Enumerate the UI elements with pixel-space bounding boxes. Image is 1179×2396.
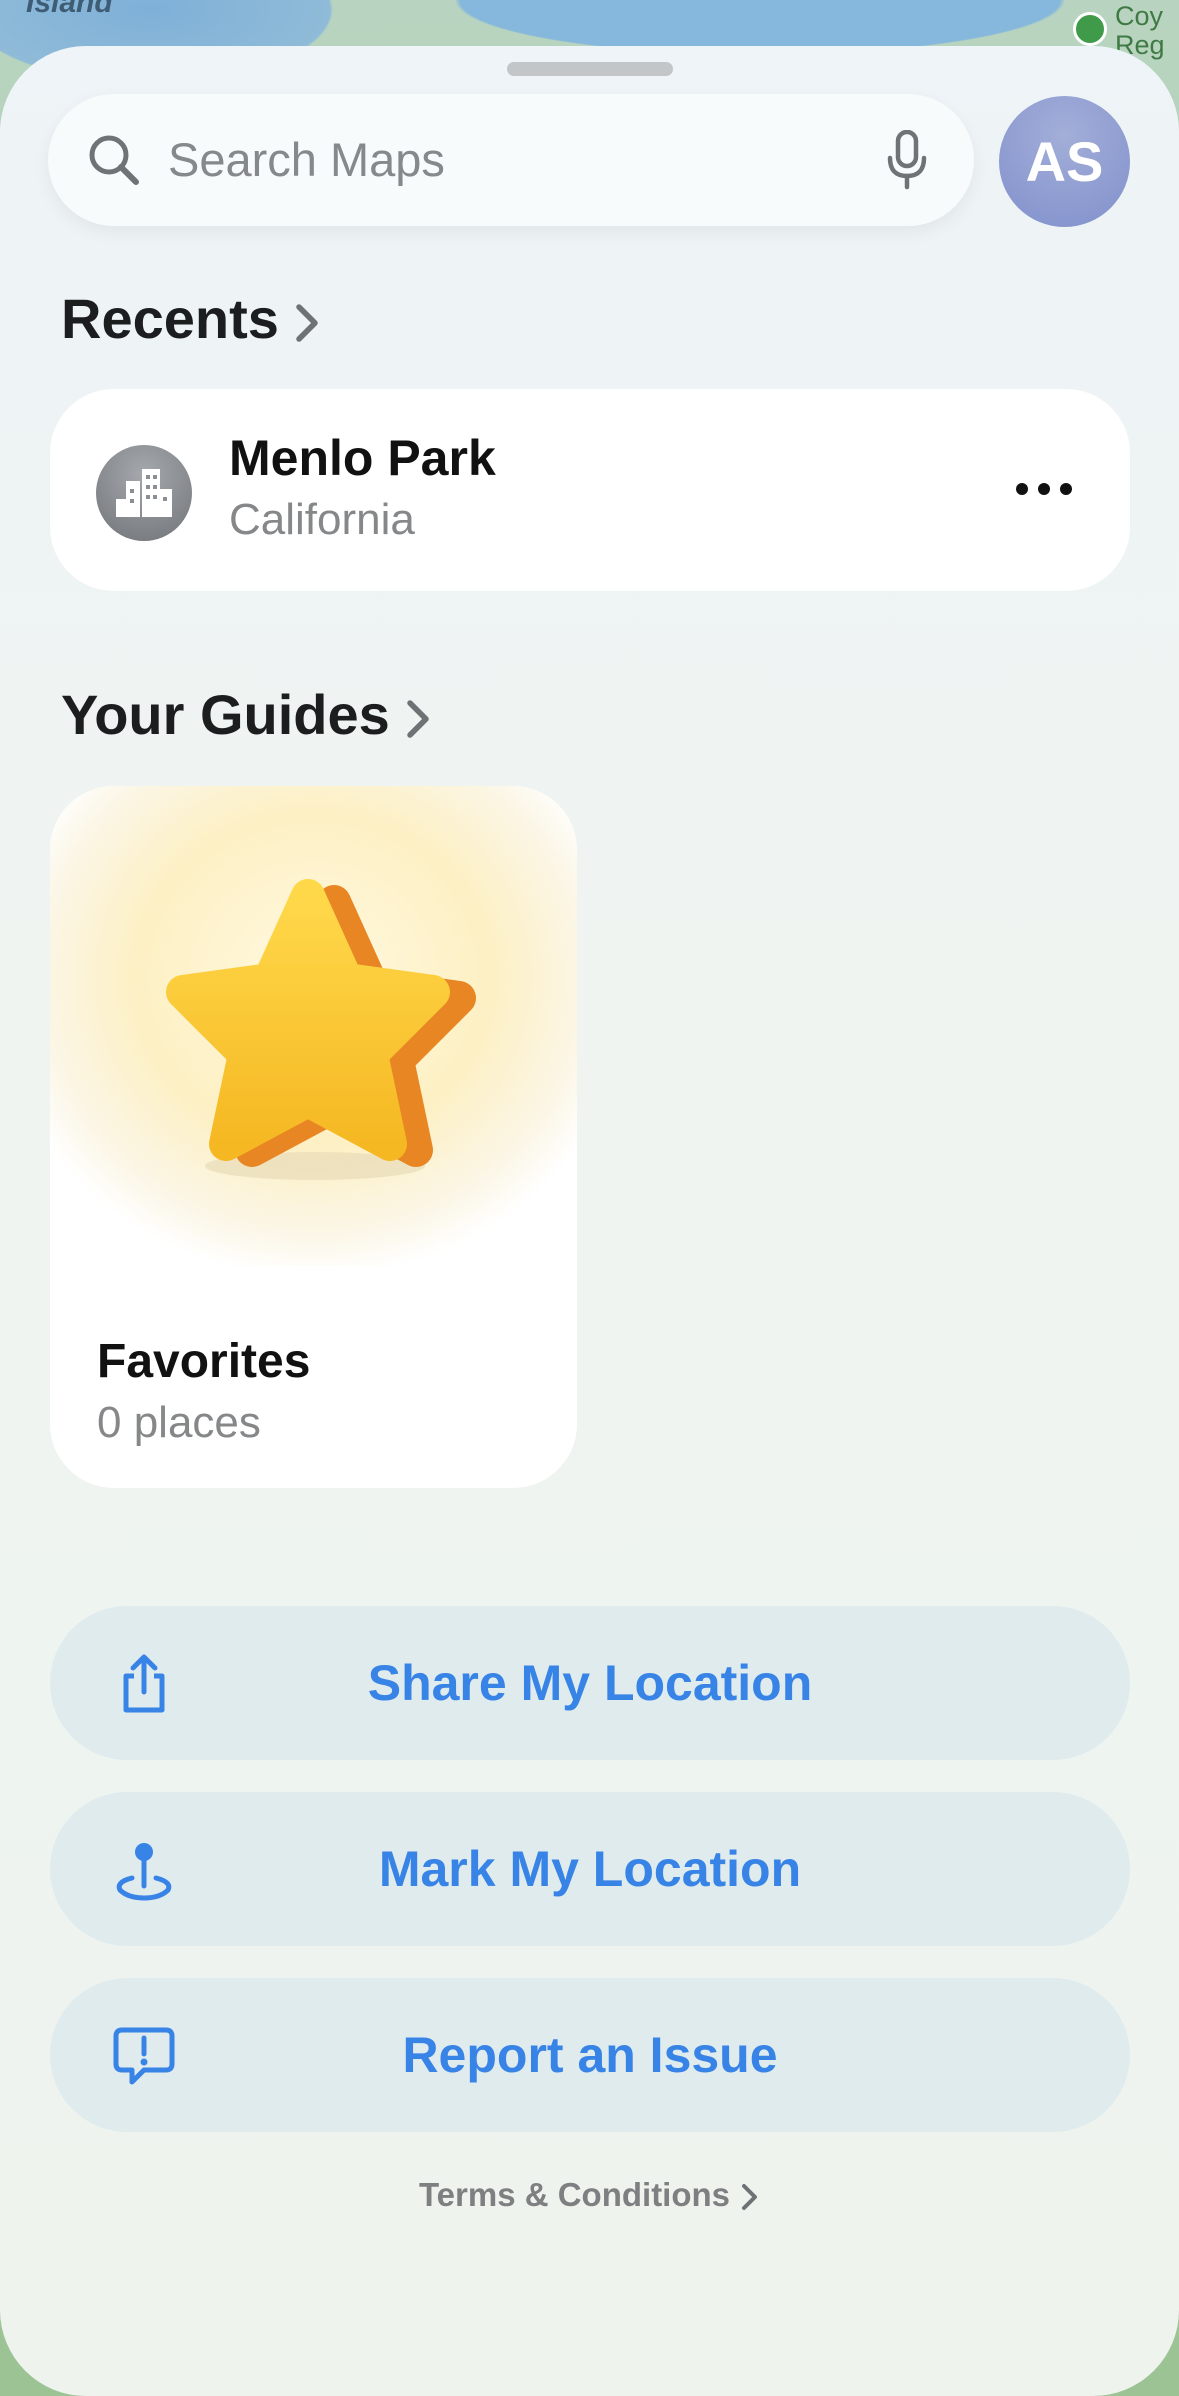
search-placeholder: Search Maps: [168, 133, 445, 186]
chevron-right-icon: [407, 700, 429, 738]
bottom-sheet: Search Maps AS Recents Menlo Park Califo…: [0, 46, 1179, 2396]
recents-header[interactable]: Recents: [61, 286, 321, 351]
map-label-island: Island: [26, 0, 113, 19]
guide-name: Favorites: [97, 1335, 311, 1388]
recent-item-name: Menlo Park: [229, 430, 496, 486]
mark-my-location-button[interactable]: Mark My Location: [50, 1792, 1130, 1946]
park-label-line1: Coy: [1115, 1, 1164, 31]
guide-place-count: 0 places: [97, 1398, 261, 1447]
share-my-location-label: Share My Location: [367, 1655, 813, 1711]
city-icon: [96, 445, 192, 541]
recent-item-subtitle: California: [229, 495, 415, 544]
more-options-icon[interactable]: [1014, 477, 1074, 501]
search-bar[interactable]: Search Maps: [48, 94, 974, 226]
guides-header[interactable]: Your Guides: [61, 682, 432, 747]
terms-label: Terms & Conditions: [418, 2176, 731, 2213]
chevron-right-icon: [742, 2184, 758, 2211]
profile-avatar[interactable]: AS: [999, 96, 1130, 227]
park-pin-icon: [1073, 12, 1107, 46]
chevron-right-icon: [296, 304, 318, 342]
recents-title: Recents: [61, 287, 279, 350]
guides-title: Your Guides: [61, 683, 390, 746]
terms-link[interactable]: Terms & Conditions: [0, 2176, 1179, 2214]
sheet-grabber-handle[interactable]: [507, 62, 673, 76]
mark-my-location-label: Mark My Location: [378, 1841, 802, 1897]
star-icon: [166, 879, 476, 1180]
guide-artwork: [50, 786, 577, 1266]
microphone-icon[interactable]: [886, 130, 928, 190]
recent-item-menlo-park[interactable]: Menlo Park California: [50, 389, 1130, 591]
report-an-issue-label: Report an Issue: [402, 2027, 778, 2083]
guide-favorites[interactable]: Favorites 0 places: [50, 786, 577, 1488]
search-icon: [89, 135, 139, 185]
report-an-issue-button[interactable]: Report an Issue: [50, 1978, 1130, 2132]
share-my-location-button[interactable]: Share My Location: [50, 1606, 1130, 1760]
